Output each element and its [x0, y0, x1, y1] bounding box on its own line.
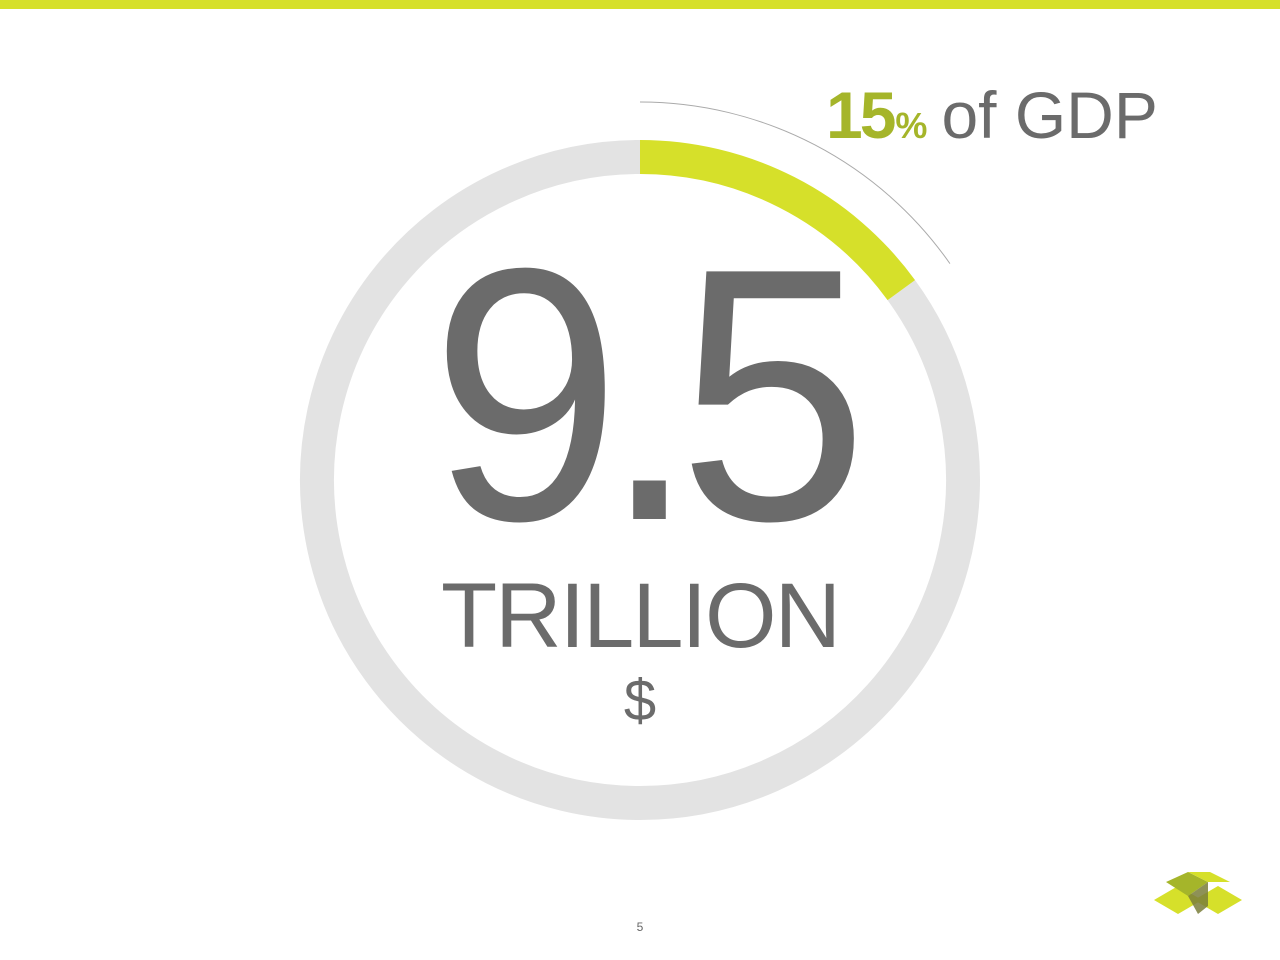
center-unit-label: TRILLION [440, 565, 841, 667]
gdp-callout: 15% of GDP [826, 82, 1158, 148]
gdp-callout-unit: % [895, 105, 928, 146]
folded-box-logo-icon [1154, 872, 1242, 914]
gdp-callout-value: 15 [826, 78, 896, 152]
slide: 9.5 TRILLION $ 15% of GDP 5 [0, 0, 1280, 960]
page-number: 5 [636, 920, 644, 934]
center-currency-label: $ [623, 668, 657, 733]
center-value: 9.5 [430, 194, 868, 596]
gdp-callout-text: of GDP [941, 78, 1158, 152]
